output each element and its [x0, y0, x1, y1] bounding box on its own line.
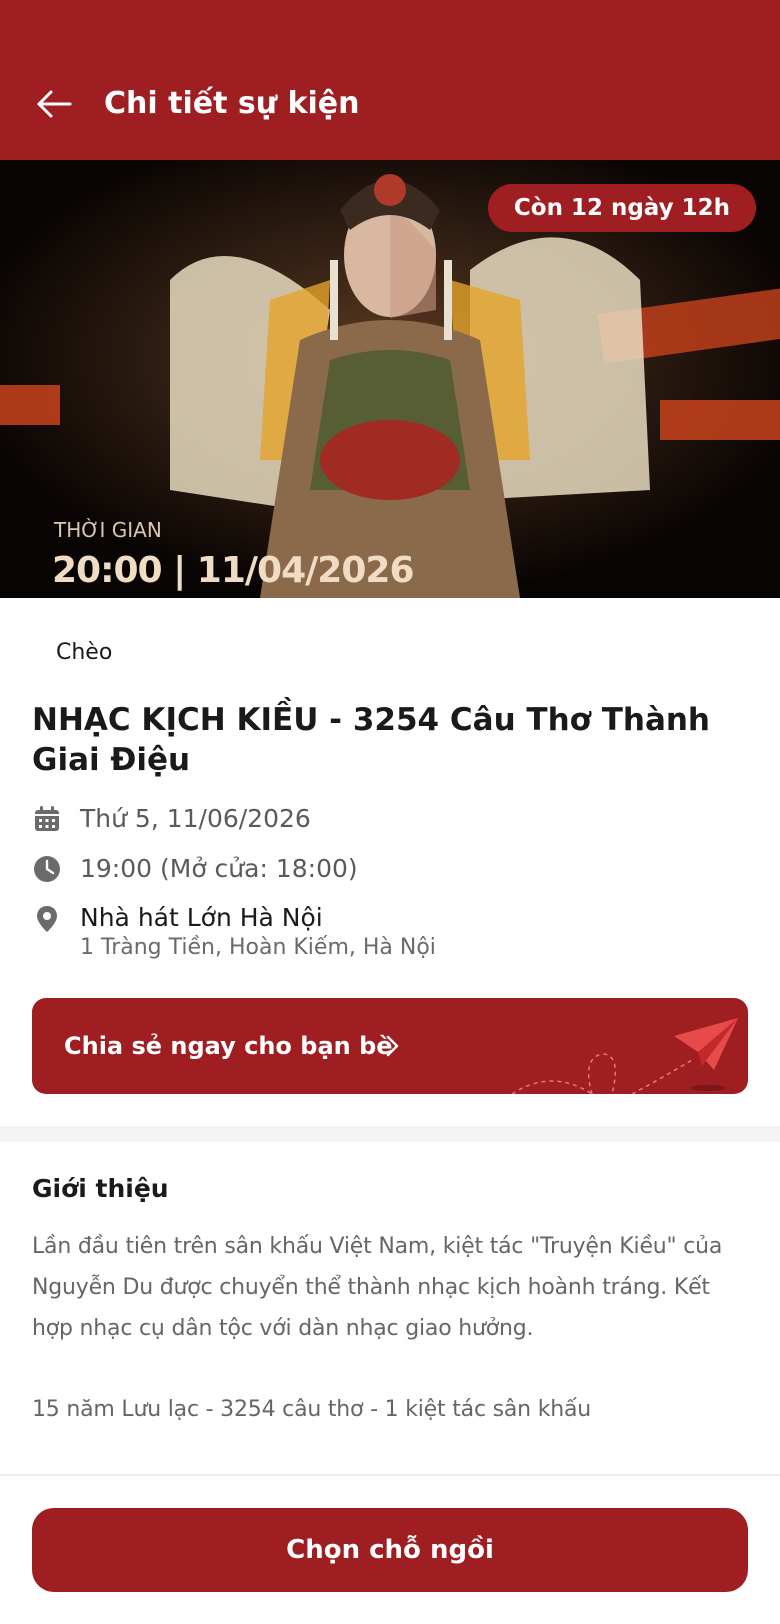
- clock-icon: [34, 856, 60, 882]
- back-button[interactable]: [34, 84, 74, 124]
- paper-plane-icon: [511, 1018, 738, 1094]
- section-divider: [0, 1126, 780, 1142]
- hero-time-label: THỜI GIAN: [54, 518, 162, 542]
- event-banner: Còn 12 ngày 12h THỜI GIAN 20:00 | 11/04/…: [0, 160, 780, 598]
- location-pin-icon: [37, 906, 57, 932]
- chevron-right-icon: [386, 1035, 399, 1057]
- share-label: Chia sẻ ngay cho bạn bè: [64, 1032, 393, 1060]
- intro-heading: Giới thiệu: [32, 1174, 169, 1203]
- app-header: Chi tiết sự kiện: [0, 0, 780, 160]
- venue-row: Nhà hát Lớn Hà Nội 1 Tràng Tiền, Hoàn Ki…: [32, 902, 436, 962]
- venue-address: 1 Tràng Tiền, Hoàn Kiếm, Hà Nội: [80, 935, 436, 960]
- footer-divider: [0, 1474, 780, 1476]
- intro-body: Lần đầu tiên trên sân khấu Việt Nam, kiệ…: [32, 1234, 723, 1341]
- event-time: 19:00 (Mở cửa: 18:00): [80, 854, 358, 883]
- calendar-icon: [35, 806, 59, 831]
- countdown-badge: Còn 12 ngày 12h: [487, 184, 756, 232]
- date-row: Thứ 5, 11/06/2026: [32, 802, 311, 836]
- event-date: Thứ 5, 11/06/2026: [80, 804, 311, 833]
- time-row: 19:00 (Mở cửa: 18:00): [32, 852, 358, 886]
- page-title: Chi tiết sự kiện: [104, 86, 360, 121]
- intro-tagline: 15 năm Lưu lạc - 3254 câu thơ - 1 kiệt t…: [32, 1397, 592, 1422]
- venue-details: Nhà hát Lớn Hà Nội 1 Tràng Tiền, Hoàn Ki…: [80, 902, 436, 962]
- hero-time-value: 20:00 | 11/04/2026: [52, 550, 414, 591]
- share-banner[interactable]: Chia sẻ ngay cho bạn bè: [32, 998, 748, 1094]
- event-title: NHẠC KỊCH KIỀU - 3254 Câu Thơ Thành Giai…: [32, 702, 711, 778]
- venue-name: Nhà hát Lớn Hà Nội: [80, 903, 323, 932]
- arrow-left-icon: [37, 90, 72, 118]
- choose-seat-button[interactable]: Chọn chỗ ngồi: [32, 1508, 748, 1592]
- category-tag: Chèo: [56, 640, 113, 665]
